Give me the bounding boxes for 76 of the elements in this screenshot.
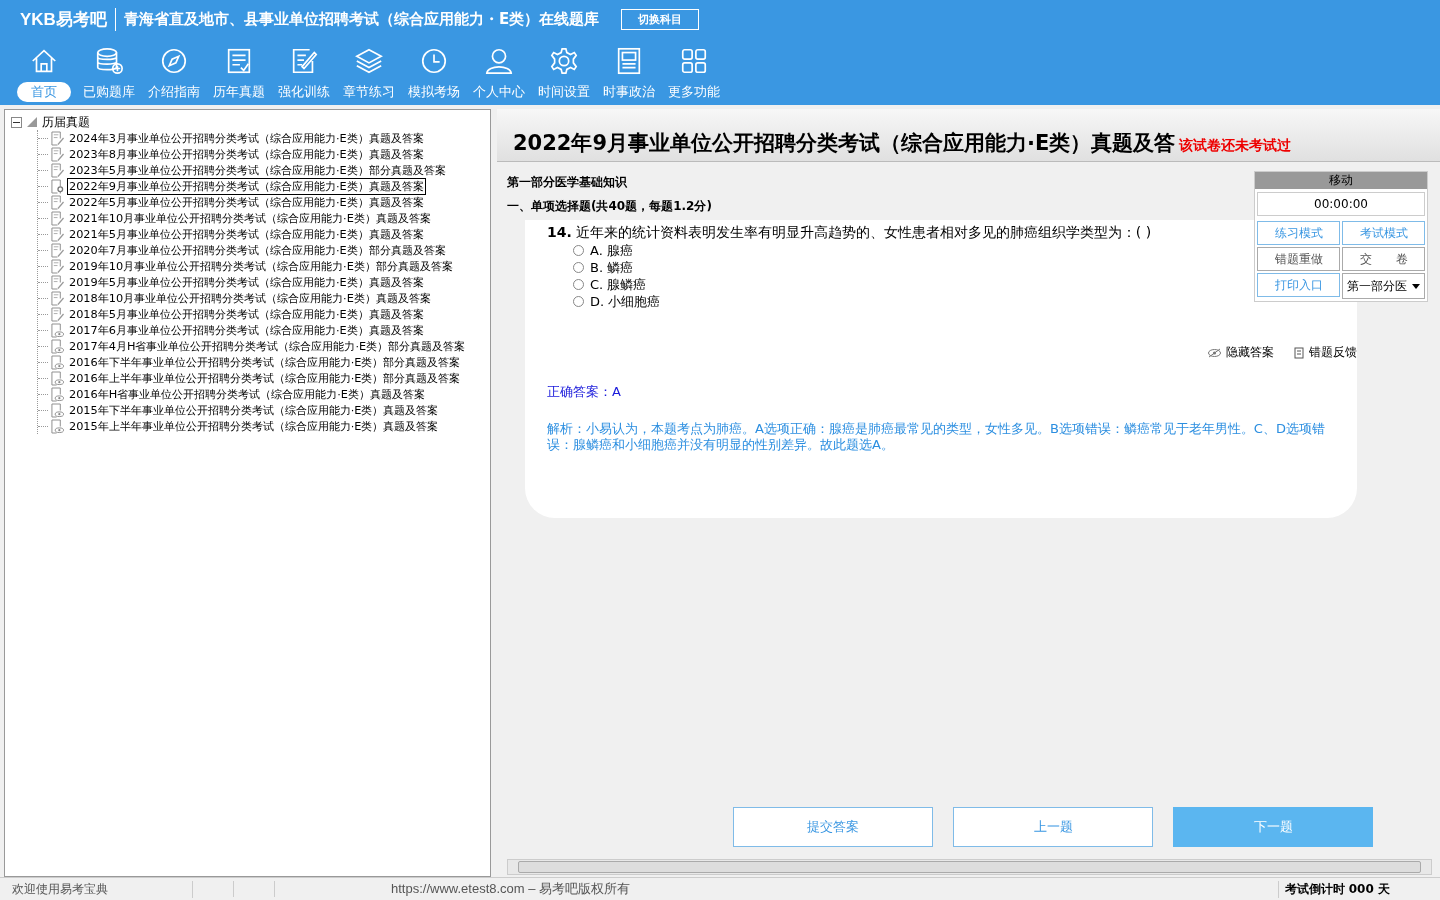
document-pencil-icon <box>51 274 64 290</box>
document-eye-icon <box>51 402 64 418</box>
radio-button[interactable] <box>573 296 584 307</box>
option-label[interactable]: D. 小细胞癌 <box>590 292 661 311</box>
document-pencil-icon <box>51 242 64 258</box>
tree-item[interactable]: 2017年4月H省事业单位公开招聘分类考试（综合应用能力·E类）部分真题及答案 <box>67 337 468 355</box>
settings-icon <box>548 46 579 76</box>
tree-item[interactable]: 2016年下半年事业单位公开招聘分类考试（综合应用能力·E类）部分真题及答案 <box>67 353 463 371</box>
tree-item[interactable]: 2021年10月事业单位公开招聘分类考试（综合应用能力·E类）真题及答案 <box>67 209 433 227</box>
tree-item[interactable]: 2019年5月事业单位公开招聘分类考试（综合应用能力·E类）真题及答案 <box>67 273 426 291</box>
question-text: 近年来的统计资料表明发生率有明显升高趋势的、女性患者相对多见的肺癌组织学类型为：( ) <box>575 224 1152 242</box>
part-heading: 第一部分医学基础知识 <box>507 174 627 191</box>
tree-item[interactable]: 2024年3月事业单位公开招聘分类考试（综合应用能力·E类）真题及答案 <box>67 129 426 147</box>
tree-item[interactable]: 2016年上半年事业单位公开招聘分类考试（综合应用能力·E类）部分真题及答案 <box>67 369 463 387</box>
correct-answer: 正确答案：A <box>547 383 622 401</box>
timer-display: 00:00:00 <box>1257 192 1425 216</box>
option-label[interactable]: C. 腺鳞癌 <box>590 275 647 294</box>
tree-item[interactable]: 2022年9月事业单位公开招聘分类考试（综合应用能力·E类）真题及答案 <box>67 177 426 195</box>
document-eye-icon <box>51 386 64 402</box>
tree-item[interactable]: 2015年上半年事业单位公开招聘分类考试（综合应用能力·E类）真题及答案 <box>67 417 441 435</box>
tree-item[interactable]: 2016年H省事业单位公开招聘分类考试（综合应用能力·E类）真题及答案 <box>67 385 427 403</box>
hide-answer-button[interactable]: 隐藏答案 <box>1208 344 1274 361</box>
collapse-toggle[interactable] <box>11 116 22 128</box>
document-eye-icon <box>51 354 64 370</box>
section-heading: 一、单项选择题(共40题，每题1.2分) <box>507 198 712 215</box>
panel-title[interactable]: 移动 <box>1255 172 1427 189</box>
document-pencil-icon <box>51 146 64 162</box>
layers-icon <box>353 46 384 76</box>
document-pencil-icon <box>51 194 64 210</box>
tree-item[interactable]: 历届真题 <box>42 113 90 131</box>
document-icon <box>1294 346 1304 359</box>
tree-item[interactable]: 2018年10月事业单位公开招聘分类考试（综合应用能力·E类）真题及答案 <box>67 289 433 307</box>
tree-item[interactable]: 2021年5月事业单位公开招聘分类考试（综合应用能力·E类）真题及答案 <box>67 225 426 243</box>
caret-icon <box>1412 283 1420 289</box>
document-eye-icon <box>51 370 64 386</box>
mode-button[interactable]: 交 卷 <box>1342 247 1425 271</box>
tree-item[interactable]: 2019年10月事业单位公开招聘分类考试（综合应用能力·E类）部分真题及答案 <box>67 257 455 275</box>
eye-icon <box>1208 347 1221 358</box>
welcome-text: 欢迎使用易考宝典 <box>0 880 193 898</box>
exam-title: 2022年9月事业单位公开招聘分类考试（综合应用能力·E类）真题及答 <box>513 130 1176 157</box>
document-eye-icon <box>51 338 64 354</box>
document-pencil-icon <box>51 258 64 274</box>
tree-item[interactable]: 2022年5月事业单位公开招聘分类考试（综合应用能力·E类）真题及答案 <box>67 193 426 211</box>
option-label[interactable]: A. 腺癌 <box>590 241 633 260</box>
mode-button[interactable]: 错题重做 <box>1257 247 1340 271</box>
tree-item[interactable]: 2023年5月事业单位公开招聘分类考试（综合应用能力·E类）部分真题及答案 <box>67 161 448 179</box>
tree-item[interactable]: 2017年6月事业单位公开招聘分类考试（综合应用能力·E类）真题及答案 <box>67 321 426 339</box>
triangle-icon <box>26 116 38 128</box>
radio-button[interactable] <box>573 262 584 273</box>
question-number: 14. <box>547 224 572 242</box>
document-eye-icon <box>51 418 64 434</box>
report-error-button[interactable]: 错题反馈 <box>1294 344 1357 361</box>
tree-item[interactable]: 2018年5月事业单位公开招聘分类考试（综合应用能力·E类）真题及答案 <box>67 305 426 323</box>
tree-item[interactable]: 2023年8月事业单位公开招聘分类考试（综合应用能力·E类）真题及答案 <box>67 145 426 163</box>
document-pin-icon <box>51 178 64 194</box>
exam-notice: 该试卷还未考试过 <box>1179 137 1292 155</box>
analysis-text: 解析：小易认为，本题考点为肺癌。A选项正确：腺癌是肺癌最常见的类型，女性多见。B选项错误：鳞癌常见于老年男性。C、D选项错误：腺鳞癌和小细胞癌并没有明显的性别差异。故此题选A。 <box>547 421 1326 453</box>
radio-button[interactable] <box>573 245 584 256</box>
horizontal-scrollbar[interactable] <box>507 859 1432 875</box>
document-pencil-icon <box>51 226 64 242</box>
app-logo: YKB易考吧 <box>20 7 116 31</box>
copyright-text: https://www.etest8.com – 易考吧版权所有 <box>390 880 632 898</box>
document-pencil-icon <box>51 306 64 322</box>
app-title: 青海省直及地市、县事业单位招聘考试（综合应用能力・E类）在线题库 <box>123 9 600 29</box>
document-pencil-icon <box>51 130 64 146</box>
tree-item[interactable]: 2015年下半年事业单位公开招聘分类考试（综合应用能力·E类）真题及答案 <box>67 401 441 419</box>
document-eye-icon <box>51 322 64 338</box>
radio-button[interactable] <box>573 279 584 290</box>
countdown-text: 考试倒计时 000 天 <box>1277 880 1440 898</box>
section-dropdown[interactable]: 第一部分医 <box>1342 273 1425 299</box>
document-pencil-icon <box>51 210 64 226</box>
user-icon <box>483 46 514 76</box>
document-pencil-icon <box>51 162 64 178</box>
document-pencil-icon <box>51 290 64 306</box>
tree-item[interactable]: 2020年7月事业单位公开招聘分类考试（综合应用能力·E类）部分真题及答案 <box>67 241 448 259</box>
option-label[interactable]: B. 鳞癌 <box>590 258 634 277</box>
